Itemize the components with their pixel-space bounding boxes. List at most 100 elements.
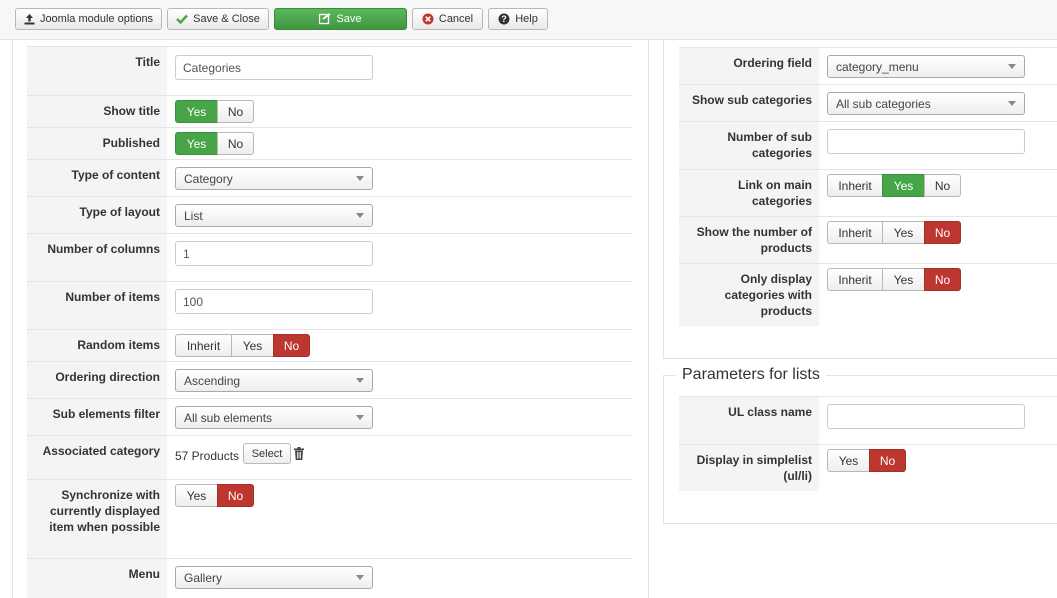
svg-text:?: ? (501, 14, 507, 24)
help-button[interactable]: ? Help (488, 8, 548, 30)
save-button[interactable]: Save (274, 8, 407, 30)
cancel-label: Cancel (438, 13, 474, 25)
cancel-button[interactable]: Cancel (412, 8, 483, 30)
only-display-with-products-toggle: Inherit Yes No (827, 268, 961, 291)
caret-down-icon (356, 378, 364, 383)
number-of-sub-categories-input[interactable] (827, 129, 1025, 154)
left-panel-border (12, 39, 13, 598)
trash-icon[interactable] (294, 447, 304, 463)
associated-category-select-button[interactable]: Select (243, 443, 291, 464)
caret-down-icon (1008, 101, 1016, 106)
synchronize-label: Synchronize with currently displayed ite… (27, 480, 167, 558)
only-display-with-products-no-button[interactable]: No (924, 268, 961, 291)
link-on-main-categories-toggle: Inherit Yes No (827, 174, 961, 197)
menu-select[interactable]: Gallery (175, 566, 373, 589)
number-of-columns-input[interactable] (175, 241, 373, 266)
show-title-no-button[interactable]: No (217, 100, 254, 123)
row-sub-elements-filter: Sub elements filter All sub elements (27, 398, 632, 435)
type-of-layout-value: List (184, 209, 203, 223)
row-published: Published Yes No (27, 127, 632, 159)
show-title-yes-button[interactable]: Yes (175, 100, 218, 123)
row-type-of-layout: Type of layout List (27, 196, 632, 233)
row-display-in-simplelist: Display in simplelist (ul/li) Yes No (679, 444, 1057, 491)
joomla-module-options-button[interactable]: Joomla module options (15, 8, 162, 30)
random-items-inherit-button[interactable]: Inherit (175, 334, 232, 357)
ordering-field-label: Ordering field (679, 48, 819, 84)
row-number-of-sub-categories: Number of sub categories (679, 121, 1057, 169)
menu-value: Gallery (184, 571, 223, 585)
row-only-display-with-products: Only display categories with products In… (679, 263, 1057, 326)
number-of-columns-label: Number of columns (27, 234, 167, 281)
row-show-title: Show title Yes No (27, 95, 632, 127)
help-icon: ? (498, 13, 510, 25)
show-title-label: Show title (27, 96, 167, 127)
row-show-sub-categories: Show sub categories All sub categories (679, 84, 1057, 121)
synchronize-toggle: Yes No (175, 484, 254, 507)
only-display-with-products-inherit-button[interactable]: Inherit (827, 268, 883, 291)
show-title-toggle: Yes No (175, 100, 254, 123)
row-ordering-direction: Ordering direction Ascending (27, 361, 632, 398)
ordering-field-select[interactable]: category_menu (827, 55, 1025, 78)
sub-elements-filter-select[interactable]: All sub elements (175, 406, 373, 429)
synchronize-no-button[interactable]: No (217, 484, 254, 507)
ordering-field-value: category_menu (836, 60, 919, 74)
link-on-main-categories-no-button[interactable]: No (924, 174, 961, 197)
edit-save-icon (319, 13, 331, 25)
caret-down-icon (356, 213, 364, 218)
save-close-button[interactable]: Save & Close (167, 8, 269, 30)
show-number-of-products-toggle: Inherit Yes No (827, 221, 961, 244)
row-random-items: Random items Inherit Yes No (27, 329, 632, 361)
save-label: Save (336, 13, 362, 25)
random-items-no-button[interactable]: No (273, 334, 310, 357)
row-number-of-items: Number of items (27, 281, 632, 329)
published-label: Published (27, 128, 167, 159)
random-items-yes-button[interactable]: Yes (231, 334, 274, 357)
upload-icon (24, 13, 35, 25)
title-input[interactable] (175, 55, 373, 80)
sub-elements-filter-label: Sub elements filter (27, 399, 167, 435)
sub-elements-filter-value: All sub elements (184, 411, 273, 425)
parameters-for-lists-legend: Parameters for lists (676, 366, 826, 384)
check-icon (176, 14, 189, 24)
show-number-of-products-no-button[interactable]: No (924, 221, 961, 244)
link-on-main-categories-inherit-button[interactable]: Inherit (827, 174, 883, 197)
row-number-of-columns: Number of columns (27, 233, 632, 281)
only-display-with-products-label: Only display categories with products (679, 264, 819, 326)
show-sub-categories-label: Show sub categories (679, 85, 819, 121)
show-sub-categories-select[interactable]: All sub categories (827, 92, 1025, 115)
ul-class-name-input[interactable] (827, 404, 1025, 429)
link-on-main-categories-label: Link on main categories (679, 170, 819, 216)
type-of-content-select[interactable]: Category (175, 167, 373, 190)
row-link-on-main-categories: Link on main categories Inherit Yes No (679, 169, 1057, 216)
cancel-icon (422, 13, 434, 25)
caret-down-icon (356, 575, 364, 580)
published-no-button[interactable]: No (217, 132, 254, 155)
row-ul-class-name: UL class name (679, 396, 1057, 444)
caret-down-icon (356, 176, 364, 181)
display-in-simplelist-yes-button[interactable]: Yes (827, 449, 870, 472)
type-of-layout-label: Type of layout (27, 197, 167, 233)
published-toggle: Yes No (175, 132, 254, 155)
type-of-layout-select[interactable]: List (175, 204, 373, 227)
show-sub-categories-value: All sub categories (836, 97, 931, 111)
toolbar: Joomla module options Save & Close Save … (0, 0, 1057, 40)
ordering-direction-label: Ordering direction (27, 362, 167, 398)
show-number-of-products-inherit-button[interactable]: Inherit (827, 221, 883, 244)
ordering-direction-value: Ascending (184, 374, 241, 388)
associated-category-label: Associated category (27, 436, 167, 479)
random-items-toggle: Inherit Yes No (175, 334, 310, 357)
synchronize-yes-button[interactable]: Yes (175, 484, 218, 507)
number-of-items-label: Number of items (27, 282, 167, 329)
link-on-main-categories-yes-button[interactable]: Yes (882, 174, 925, 197)
published-yes-button[interactable]: Yes (175, 132, 218, 155)
number-of-items-input[interactable] (175, 289, 373, 314)
row-synchronize: Synchronize with currently displayed ite… (27, 479, 632, 558)
row-ordering-field: Ordering field category_menu (679, 47, 1057, 84)
show-number-of-products-yes-button[interactable]: Yes (882, 221, 925, 244)
help-label: Help (515, 13, 538, 25)
type-of-content-value: Category (184, 172, 233, 186)
display-in-simplelist-no-button[interactable]: No (869, 449, 906, 472)
joomla-module-options-label: Joomla module options (39, 13, 154, 25)
only-display-with-products-yes-button[interactable]: Yes (882, 268, 925, 291)
ordering-direction-select[interactable]: Ascending (175, 369, 373, 392)
